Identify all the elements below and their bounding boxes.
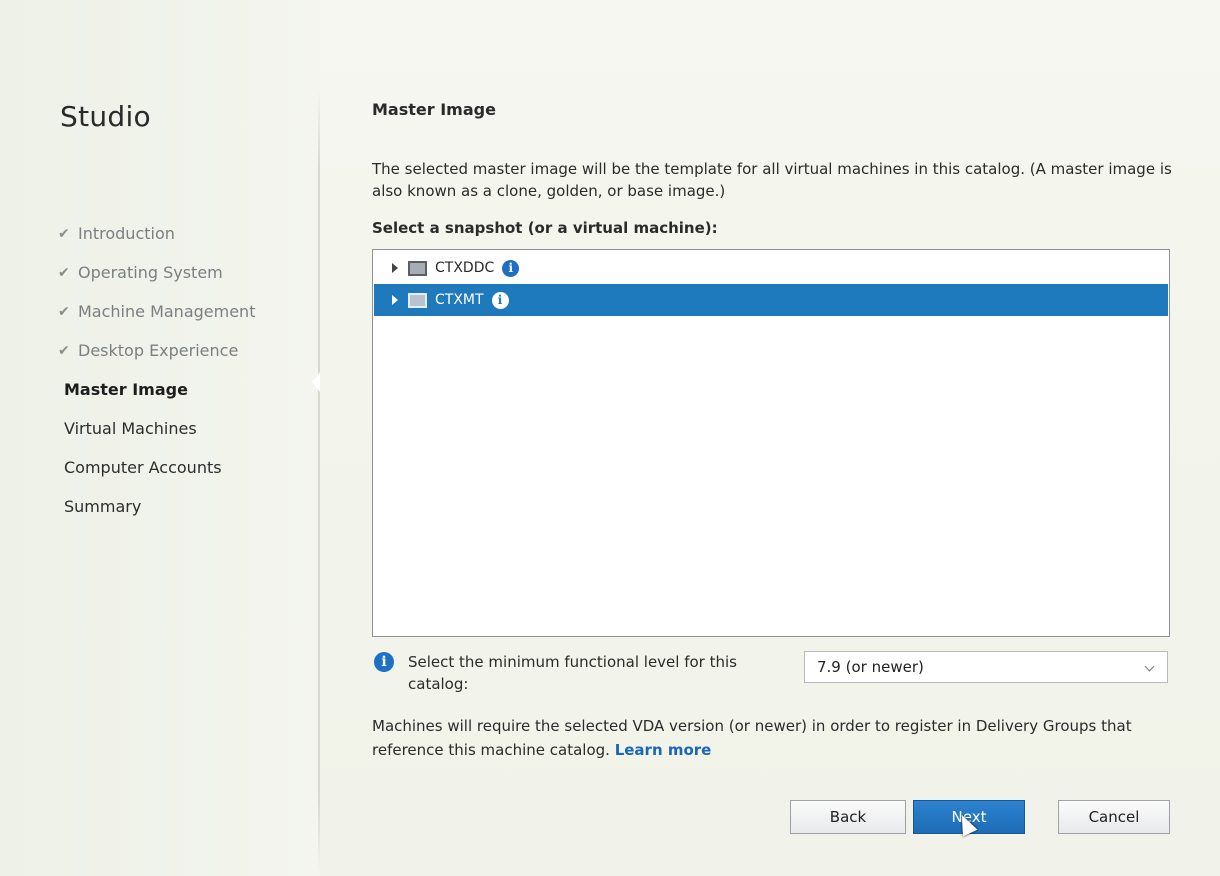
- wizard-steps: ✔ Introduction ✔ Operating System ✔ Mach…: [58, 214, 255, 526]
- functional-level-row: i Select the minimum functional level fo…: [372, 651, 1172, 701]
- step-label: Computer Accounts: [64, 458, 222, 477]
- page-description: The selected master image will be the te…: [372, 160, 1172, 200]
- functional-level-value: 7.9 (or newer): [817, 658, 924, 676]
- tree-item-ctxddc[interactable]: CTXDDC i: [374, 252, 1168, 284]
- step-virtual-machines: Virtual Machines: [58, 409, 255, 448]
- snapshot-tree[interactable]: CTXDDC i CTXMT i: [372, 249, 1170, 637]
- step-label: Virtual Machines: [64, 419, 197, 438]
- vm-icon: [408, 260, 427, 276]
- step-label: Summary: [64, 497, 142, 516]
- info-icon[interactable]: i: [491, 291, 509, 309]
- page-title: Master Image: [372, 100, 496, 119]
- step-computer-accounts: Computer Accounts: [58, 448, 255, 487]
- step-label: Machine Management: [78, 302, 256, 321]
- chevron-down-icon: [1144, 661, 1155, 672]
- functional-level-select[interactable]: 7.9 (or newer): [804, 651, 1168, 683]
- functional-level-label: Select the minimum functional level for …: [408, 653, 737, 693]
- expand-arrow-icon[interactable]: [392, 295, 398, 305]
- check-icon: ✔: [58, 225, 70, 242]
- tree-item-ctxmt[interactable]: CTXMT i: [374, 284, 1168, 316]
- step-label: Introduction: [78, 224, 175, 243]
- cancel-button[interactable]: Cancel: [1058, 800, 1170, 834]
- step-label: Master Image: [64, 380, 188, 399]
- vm-name: CTXDDC: [435, 260, 495, 276]
- check-icon: ✔: [58, 303, 70, 320]
- step-desktop-experience: ✔ Desktop Experience: [58, 331, 255, 370]
- wizard-window: Studio ✔ Introduction ✔ Operating System…: [0, 0, 1220, 876]
- step-master-image: Master Image: [58, 370, 255, 409]
- step-machine-management: ✔ Machine Management: [58, 292, 255, 331]
- step-label: Desktop Experience: [78, 341, 239, 360]
- info-icon: i: [374, 652, 394, 672]
- step-label: Operating System: [78, 263, 223, 282]
- step-summary: Summary: [58, 487, 255, 526]
- snapshot-select-label: Select a snapshot (or a virtual machine)…: [372, 219, 718, 237]
- app-title: Studio: [60, 100, 151, 133]
- wizard-content: Master Image The selected master image w…: [372, 0, 1172, 876]
- vda-note-text: Machines will require the selected VDA v…: [372, 717, 1132, 759]
- wizard-sidebar: Studio ✔ Introduction ✔ Operating System…: [0, 0, 320, 876]
- vda-note: Machines will require the selected VDA v…: [372, 714, 1172, 762]
- current-step-pointer: [312, 372, 320, 392]
- info-icon[interactable]: i: [502, 259, 520, 277]
- check-icon: ✔: [58, 264, 70, 281]
- learn-more-link[interactable]: Learn more: [615, 741, 712, 759]
- vm-name: CTXMT: [435, 292, 484, 308]
- pane-divider: [318, 90, 320, 876]
- check-icon: ✔: [58, 342, 70, 359]
- expand-arrow-icon[interactable]: [392, 263, 398, 273]
- step-introduction: ✔ Introduction: [58, 214, 255, 253]
- back-button[interactable]: Back: [790, 800, 906, 834]
- step-operating-system: ✔ Operating System: [58, 253, 255, 292]
- vm-icon: [408, 292, 427, 308]
